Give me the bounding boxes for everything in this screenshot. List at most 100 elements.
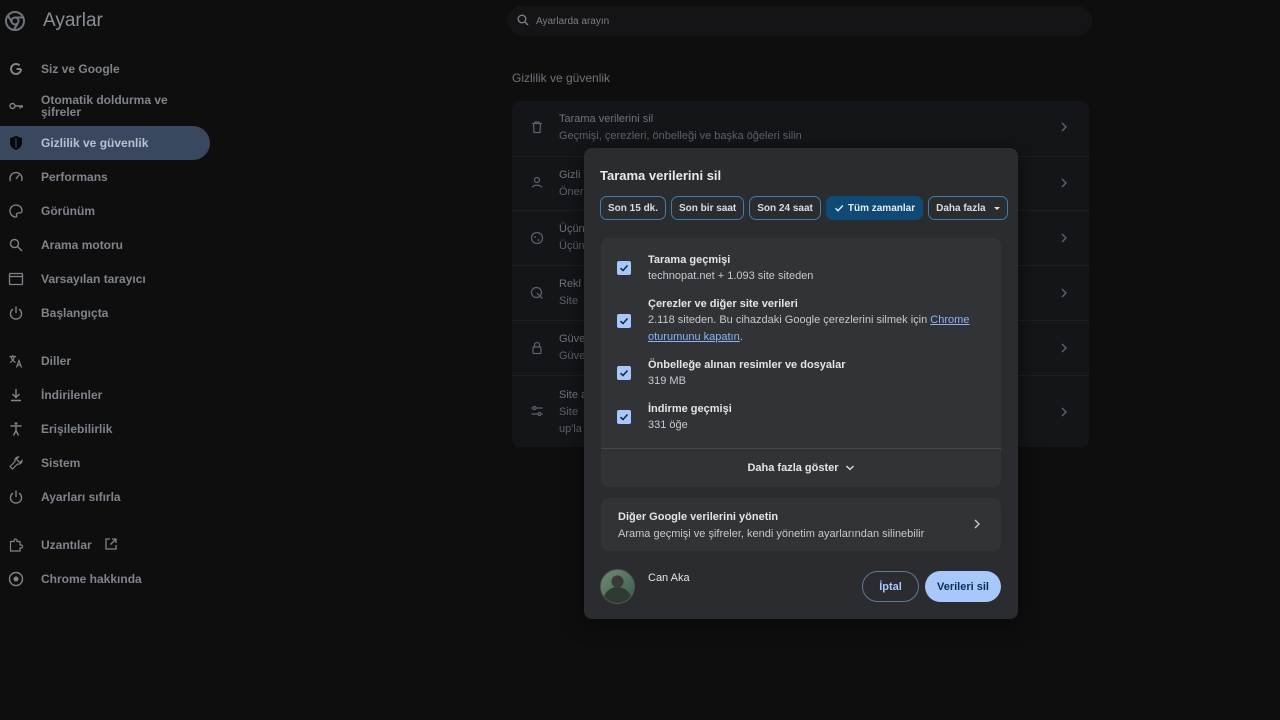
row-title: Gizli	[559, 169, 581, 181]
sidebar-item-label: Chrome hakkında	[41, 572, 142, 586]
checkmark-icon	[834, 203, 844, 213]
search-icon	[517, 14, 529, 26]
chevron-right-icon	[1060, 343, 1068, 353]
palette-icon	[8, 203, 24, 219]
app-header: Ayarlar	[0, 0, 1280, 44]
chrome-icon	[8, 571, 24, 587]
option-description: 319 MB	[648, 375, 686, 387]
chip-label: Son 15 dk.	[608, 202, 659, 214]
cookie-icon	[530, 231, 544, 245]
avatar	[600, 569, 635, 604]
row-title: Site a	[559, 389, 588, 401]
app-title: Ayarlar	[43, 10, 103, 31]
speedometer-icon	[8, 169, 24, 185]
row-title: Üçün	[559, 223, 585, 235]
browser-icon	[8, 271, 24, 287]
checkbox-browsing-history[interactable]	[617, 261, 631, 275]
option-description-end: .	[739, 331, 743, 343]
time-range-chips: Son 15 dk. Son bir saat Son 24 saat Tüm …	[600, 196, 1008, 220]
user-name: Can Aka	[648, 572, 690, 584]
sidebar-item-label: Diller	[41, 354, 72, 368]
google-data-subtitle: Arama geçmişi ve şifreler, kendi yönetim…	[618, 528, 925, 540]
search-input[interactable]	[536, 6, 1076, 36]
sidebar-item-label: Başlangıçta	[41, 306, 109, 320]
sidebar-item-label: Arama motoru	[41, 238, 124, 252]
chevron-right-icon	[1060, 233, 1068, 243]
row-subtitle: Site	[559, 406, 578, 418]
checkbox-cached-images[interactable]	[617, 366, 631, 380]
sidebar-item-about-chrome[interactable]: Chrome hakkında	[0, 562, 210, 596]
row-subtitle: Geçmişi, çerezleri, önbelleği ve başka ö…	[559, 130, 802, 142]
sidebar-item-performance[interactable]: Performans	[0, 160, 210, 194]
option-title: Tarama geçmişi	[648, 254, 731, 266]
dialog-title: Tarama verilerini sil	[600, 168, 722, 183]
search-icon	[8, 237, 24, 253]
checkbox-cookies[interactable]	[617, 314, 631, 328]
chip-all-time[interactable]: Tüm zamanlar	[825, 196, 924, 220]
sidebar-item-label: Ayarları sıfırla	[41, 490, 121, 504]
chevron-right-icon	[1060, 178, 1068, 188]
sidebar-item-extensions[interactable]: Uzantılar	[0, 528, 210, 562]
puzzle-icon	[8, 537, 24, 553]
chip-last-24-hours[interactable]: Son 24 saat	[749, 196, 821, 220]
chevron-right-icon	[1060, 288, 1068, 298]
row-title: Rekl	[559, 278, 582, 290]
sidebar-item-label: Sistem	[41, 456, 81, 470]
accessibility-icon	[8, 421, 24, 437]
row-title: Tarama verilerini sil	[559, 113, 654, 125]
sidebar-item-label: Performans	[41, 170, 108, 184]
cancel-button[interactable]: İptal	[862, 571, 919, 602]
chevron-down-icon	[845, 464, 855, 472]
sidebar-item-on-startup[interactable]: Başlangıçta	[0, 296, 210, 330]
chip-last-15-min[interactable]: Son 15 dk.	[600, 196, 667, 220]
option-description: 2.118 siteden. Bu cihazdaki Google çerez…	[648, 312, 978, 346]
option-title: Çerezler ve diğer site verileri	[648, 298, 798, 310]
sidebar-item-system[interactable]: Sistem	[0, 446, 210, 480]
clear-browsing-data-dialog: Tarama verilerini sil Son 15 dk. Son bir…	[584, 148, 1018, 619]
sidebar-item-downloads[interactable]: İndirilenler	[0, 378, 210, 412]
chevron-right-icon	[1060, 122, 1068, 132]
option-description: 331 öğe	[648, 419, 688, 431]
privacy-guide-icon	[530, 175, 544, 189]
sidebar-item-label: Gizlilik ve güvenlik	[41, 136, 149, 150]
chip-label: Daha fazla	[936, 202, 986, 214]
sidebar-item-privacy[interactable]: Gizlilik ve güvenlik	[0, 126, 210, 160]
sidebar-item-autofill[interactable]: Otomatik doldurma ve şifreler	[0, 88, 210, 124]
search-box[interactable]	[507, 6, 1092, 36]
reset-icon	[8, 489, 24, 505]
checkbox-download-history[interactable]	[617, 410, 631, 424]
sidebar-item-label: Uzantılar	[41, 538, 92, 552]
open-in-new-icon	[104, 537, 120, 553]
lock-icon	[530, 341, 544, 355]
power-icon	[8, 305, 24, 321]
sidebar-item-label: Varsayılan tarayıcı	[41, 272, 146, 286]
chip-label: Son 24 saat	[757, 202, 813, 214]
delete-data-button[interactable]: Verileri sil	[925, 571, 1001, 602]
sidebar-item-default-browser[interactable]: Varsayılan tarayıcı	[0, 262, 210, 296]
option-description: technopat.net + 1.093 site siteden	[648, 270, 814, 282]
sidebar-item-label: Otomatik doldurma ve şifreler	[41, 93, 168, 119]
option-description-text: 2.118 siteden. Bu cihazdaki Google çerez…	[648, 314, 928, 326]
chip-last-hour[interactable]: Son bir saat	[671, 196, 745, 220]
row-subtitle: Site	[559, 295, 578, 307]
manage-google-data-row[interactable]: Diğer Google verilerini yönetin Arama ge…	[601, 498, 1001, 551]
tune-icon	[530, 404, 544, 418]
row-title: Güve	[559, 333, 586, 345]
sidebar-item-accessibility[interactable]: Erişilebilirlik	[0, 412, 210, 446]
translate-icon	[8, 353, 24, 369]
google-data-title: Diğer Google verilerini yönetin	[618, 511, 779, 523]
option-title: İndirme geçmişi	[648, 403, 732, 415]
sidebar-item-search-engine[interactable]: Arama motoru	[0, 228, 210, 262]
chip-label: Son bir saat	[679, 202, 737, 214]
chrome-logo-icon	[5, 11, 25, 31]
sidebar-item-reset-settings[interactable]: Ayarları sıfırla	[0, 480, 210, 514]
sidebar-item-you-and-google[interactable]: Siz ve Google	[0, 52, 210, 86]
google-g-icon	[8, 61, 24, 77]
chevron-right-icon	[1060, 407, 1068, 417]
chip-more-dropdown[interactable]: Daha fazla	[928, 196, 1008, 220]
show-more-button[interactable]: Daha fazla göster	[601, 449, 1001, 487]
sidebar-item-appearance[interactable]: Görünüm	[0, 194, 210, 228]
sidebar-item-languages[interactable]: Diller	[0, 344, 210, 378]
sidebar-item-label: Görünüm	[41, 204, 95, 218]
option-title: Önbelleğe alınan resimler ve dosyalar	[648, 359, 846, 371]
